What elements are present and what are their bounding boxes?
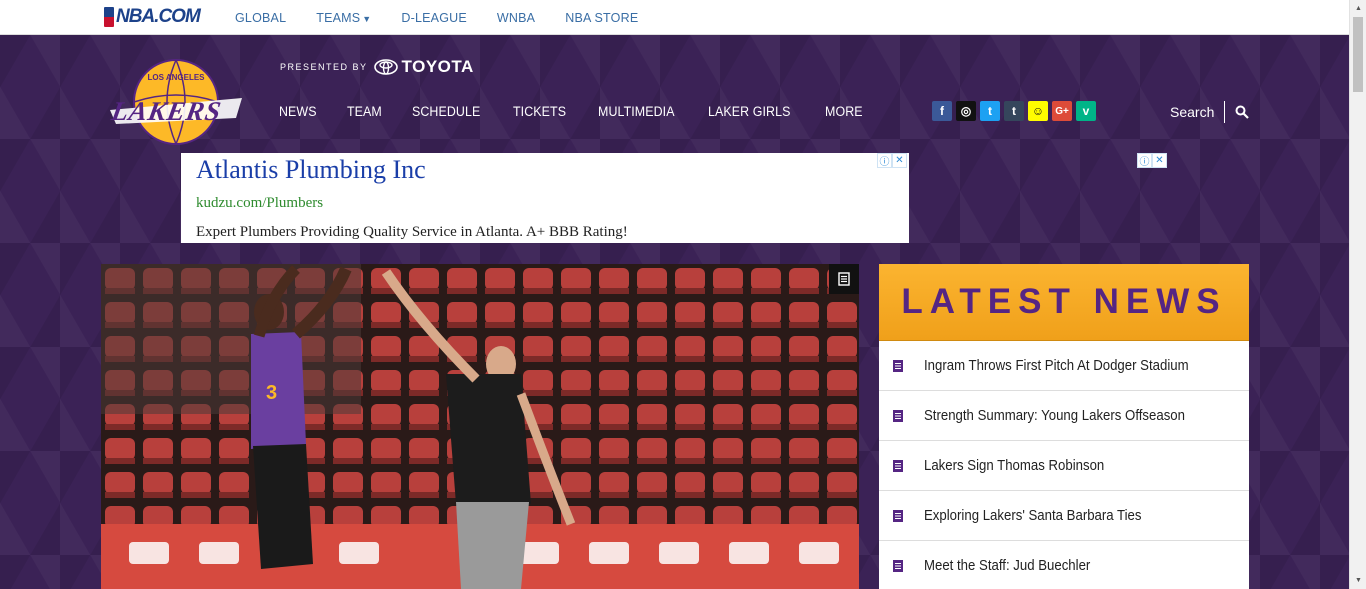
chevron-down-icon: ▼ (362, 13, 372, 24)
article-icon[interactable] (829, 264, 859, 294)
featured-photo-image: 3 (101, 264, 859, 589)
social-links: f ◎ t t ☺ G+ v (932, 101, 1100, 121)
news-item[interactable]: Lakers Sign Thomas Robinson (879, 441, 1249, 491)
nav-laker-girls[interactable]: LAKER GIRLS (708, 104, 790, 119)
nav-team[interactable]: TEAM (347, 104, 382, 119)
nav-tickets[interactable]: TICKETS (513, 104, 566, 119)
main-nav: NEWS TEAM SCHEDULE TICKETS MULTIMEDIA LA… (279, 100, 893, 122)
sponsor-presented-by[interactable]: PRESENTED BY TOYOTA (280, 57, 474, 77)
search-icon[interactable] (1235, 105, 1250, 119)
scroll-down-arrow-icon[interactable]: ▼ (1350, 572, 1366, 589)
svg-text:3: 3 (266, 382, 277, 404)
toyota-emblem-icon (373, 59, 398, 75)
toyota-wordmark: TOYOTA (401, 57, 474, 76)
facebook-icon[interactable]: f (932, 101, 952, 121)
twitter-icon[interactable]: t (980, 101, 1000, 121)
latest-news-panel: LATEST NEWS Ingram Throws First Pitch At… (879, 264, 1249, 589)
instagram-icon[interactable]: ◎ (956, 101, 976, 121)
news-item-title[interactable]: Exploring Lakers' Santa Barbara Ties (924, 507, 1142, 524)
document-icon (838, 272, 850, 286)
nav-multimedia[interactable]: MULTIMEDIA (598, 104, 675, 119)
vine-icon[interactable]: v (1076, 101, 1096, 121)
lakers-logo[interactable]: LAKERS LOS ANGELES (106, 58, 246, 146)
search-label: Search (1170, 104, 1215, 120)
svg-text:LOS ANGELES: LOS ANGELES (147, 73, 205, 82)
ad-choices-secondary[interactable]: ⓘ ✕ (1137, 153, 1167, 168)
nba-nav-wnba[interactable]: WNBA (497, 11, 535, 25)
nav-schedule[interactable]: SCHEDULE (412, 104, 480, 119)
news-item-title[interactable]: Lakers Sign Thomas Robinson (924, 457, 1104, 474)
article-icon (893, 509, 903, 522)
ad-description: Expert Plumbers Providing Quality Servic… (196, 224, 628, 240)
close-icon[interactable]: ✕ (892, 153, 907, 168)
news-item-title[interactable]: Ingram Throws First Pitch At Dodger Stad… (924, 357, 1189, 374)
nav-news[interactable]: NEWS (279, 104, 317, 119)
close-icon[interactable]: ✕ (1152, 153, 1167, 168)
latest-news-heading: LATEST NEWS (901, 282, 1227, 321)
scroll-up-arrow-icon[interactable]: ▲ (1350, 0, 1366, 17)
article-icon (893, 409, 903, 422)
latest-news-header: LATEST NEWS (879, 264, 1249, 341)
page-scrollbar[interactable]: ▲ ▼ (1349, 0, 1366, 589)
snapchat-icon[interactable]: ☺ (1028, 101, 1048, 121)
ad-choices[interactable]: ⓘ ✕ (877, 153, 907, 168)
text-advertisement[interactable]: Atlantis Plumbing Inc kudzu.com/Plumbers… (181, 153, 909, 243)
ad-headline[interactable]: Atlantis Plumbing Inc (196, 155, 426, 185)
news-item-title[interactable]: Strength Summary: Young Lakers Offseason (924, 407, 1185, 424)
tumblr-icon[interactable]: t (1004, 101, 1024, 121)
info-icon[interactable]: ⓘ (877, 153, 892, 168)
nba-nav-d-league[interactable]: D-LEAGUE (401, 11, 467, 25)
scrollbar-thumb[interactable] (1353, 17, 1363, 92)
news-item[interactable]: Exploring Lakers' Santa Barbara Ties (879, 491, 1249, 541)
nba-nav: GLOBAL TEAMS ▼ D-LEAGUE WNBA NBA STORE (235, 0, 668, 35)
news-item[interactable]: Ingram Throws First Pitch At Dodger Stad… (879, 341, 1249, 391)
news-item-title[interactable]: Meet the Staff: Jud Buechler (924, 557, 1090, 574)
nba-nav-store[interactable]: NBA STORE (565, 11, 638, 25)
presented-by-label: PRESENTED BY (280, 62, 368, 72)
article-icon (893, 459, 903, 472)
search-bar[interactable]: Search (1170, 100, 1250, 124)
nba-nav-global[interactable]: GLOBAL (235, 11, 286, 25)
google-plus-icon[interactable]: G+ (1052, 101, 1072, 121)
nba-top-bar: NBA.COM GLOBAL TEAMS ▼ D-LEAGUE WNBA NBA … (0, 0, 1349, 35)
ad-url[interactable]: kudzu.com/Plumbers (196, 195, 323, 212)
article-icon (893, 559, 903, 572)
svg-text:LAKERS: LAKERS (108, 96, 224, 126)
featured-photo[interactable]: 3 (101, 264, 859, 589)
search-divider (1224, 101, 1226, 123)
news-item[interactable]: Strength Summary: Young Lakers Offseason (879, 391, 1249, 441)
nba-logo[interactable]: NBA.COM (104, 6, 201, 28)
article-icon (893, 359, 903, 372)
nba-nav-teams[interactable]: TEAMS ▼ (316, 11, 371, 25)
nba-logo-text: NBA.COM (116, 6, 201, 27)
news-item[interactable]: Meet the Staff: Jud Buechler (879, 541, 1249, 589)
nba-nav-teams-label: TEAMS (316, 10, 361, 25)
nav-more[interactable]: MORE (825, 104, 863, 119)
nba-logo-icon (104, 7, 114, 27)
info-icon[interactable]: ⓘ (1137, 153, 1152, 168)
